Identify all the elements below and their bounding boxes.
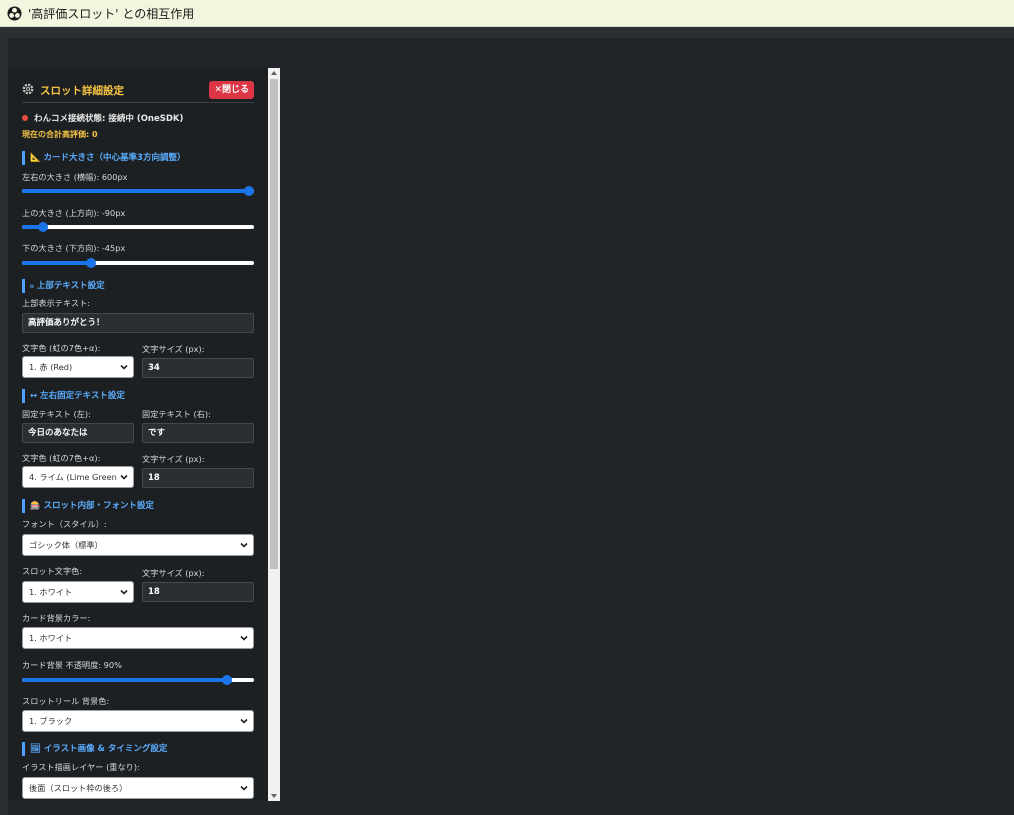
status-text: わんコメ接続状態: 接続中 (OneSDK) <box>34 114 184 124</box>
side-text-color-label: 文字色 (虹の7色+α): <box>22 453 101 463</box>
panel-header: スロット詳細設定 ✕閉じる <box>22 80 254 103</box>
scroll-down-icon[interactable] <box>271 794 277 798</box>
slider-thumb[interactable] <box>86 258 96 268</box>
select-value: ゴシック体（標準） <box>29 540 103 550</box>
slider-thumb[interactable] <box>244 186 254 196</box>
select-value: 1. ホワイト <box>29 633 73 643</box>
obs-logo-icon <box>7 5 22 21</box>
chevron-down-icon <box>120 364 128 370</box>
section-card-size: 📐 カード大きさ（中心基準3方向調整） <box>22 151 185 165</box>
top-text-size-label: 文字サイズ (px): <box>142 344 205 354</box>
slot-size-label: 文字サイズ (px): <box>142 568 205 578</box>
scrollbar-thumb[interactable] <box>270 79 278 569</box>
slider-fill <box>22 261 91 265</box>
width-slider[interactable] <box>22 185 254 197</box>
gear-icon <box>22 83 34 95</box>
chevron-down-icon <box>240 785 248 791</box>
width-label: 左右の大きさ (横幅): 600px <box>22 172 128 182</box>
card-bg-color-select[interactable]: 1. ホワイト <box>22 627 254 649</box>
side-text-color-select[interactable]: 4. ライム (Lime Green <box>22 466 134 488</box>
close-button[interactable]: ✕閉じる <box>209 81 254 99</box>
chevron-down-icon <box>240 635 248 641</box>
select-value: 4. ライム (Lime Green <box>29 472 117 482</box>
card-opacity-slider[interactable] <box>22 674 254 686</box>
side-text-size-input[interactable]: 18 <box>142 468 254 488</box>
font-label: フォント（スタイル）: <box>22 519 107 529</box>
window-titlebar: '高評価スロット' との相互作用 <box>0 0 1014 27</box>
top-text-label: 上部表示テキスト: <box>22 298 91 308</box>
section-top-text: ℴ 上部テキスト設定 <box>22 279 105 293</box>
section-slot-font: 🎰 スロット内部・フォント設定 <box>22 499 154 513</box>
right-text-label: 固定テキスト (右): <box>142 409 211 419</box>
window-title: '高評価スロット' との相互作用 <box>28 6 195 21</box>
select-value: 1. ブラック <box>29 716 73 726</box>
right-text-input[interactable]: です <box>142 423 254 443</box>
top-size-label: 上の大きさ (上方向): -90px <box>22 208 126 218</box>
chevron-down-icon <box>120 589 128 595</box>
select-value: 1. 赤 (Red) <box>29 362 73 372</box>
top-text-color-label: 文字色 (虹の7色+α): <box>22 343 101 353</box>
panel-title: スロット詳細設定 <box>40 85 124 97</box>
layer-select[interactable]: 後面（スロット枠の後ろ） <box>22 777 254 799</box>
left-text-label: 固定テキスト (左): <box>22 409 91 419</box>
section-illustration: 🖼 イラスト画像 & タイミング設定 <box>22 742 167 756</box>
slot-color-label: スロット文字色: <box>22 566 83 576</box>
left-text-input[interactable]: 今日のあなたは <box>22 423 134 443</box>
card-bg-color-label: カード背景カラー: <box>22 613 91 623</box>
connection-status: わんコメ接続状態: 接続中 (OneSDK) <box>22 112 183 124</box>
bottom-size-slider[interactable] <box>22 257 254 269</box>
reel-bg-label: スロットリール 背景色: <box>22 696 110 706</box>
slider-fill <box>22 189 249 193</box>
top-text-input[interactable]: 高評価ありがとう！ <box>22 313 254 333</box>
slider-track <box>22 225 254 229</box>
top-text-size-input[interactable]: 34 <box>142 358 254 378</box>
status-dot-icon <box>22 115 28 121</box>
slider-thumb[interactable] <box>222 675 232 685</box>
slot-color-select[interactable]: 1. ホワイト <box>22 581 134 603</box>
select-value: 後面（スロット枠の後ろ） <box>29 783 128 793</box>
panel-scrollbar[interactable] <box>268 68 280 801</box>
layer-label: イラスト描画レイヤー (重なり): <box>22 762 140 772</box>
font-select[interactable]: ゴシック体（標準） <box>22 534 254 556</box>
chevron-down-icon <box>240 718 248 724</box>
chevron-down-icon <box>120 474 128 480</box>
top-text-color-select[interactable]: 1. 赤 (Red) <box>22 356 134 378</box>
chevron-down-icon <box>240 542 248 548</box>
top-size-slider[interactable] <box>22 221 254 233</box>
total-likes: 現在の合計高評価: 0 <box>22 130 98 139</box>
side-text-size-label: 文字サイズ (px): <box>142 454 205 464</box>
settings-panel: スロット詳細設定 ✕閉じる わんコメ接続状態: 接続中 (OneSDK) 現在の… <box>8 68 268 801</box>
slot-size-input[interactable]: 18 <box>142 582 254 602</box>
select-value: 1. ホワイト <box>29 587 73 597</box>
bottom-size-label: 下の大きさ (下方向): -45px <box>22 243 126 253</box>
section-side-text: ↔ 左右固定テキスト設定 <box>22 389 125 403</box>
slider-fill <box>22 678 227 682</box>
reel-bg-select[interactable]: 1. ブラック <box>22 710 254 732</box>
card-opacity-label: カード背景 不透明度: 90% <box>22 660 122 670</box>
scroll-up-icon[interactable] <box>271 71 277 75</box>
slider-thumb[interactable] <box>38 222 48 232</box>
